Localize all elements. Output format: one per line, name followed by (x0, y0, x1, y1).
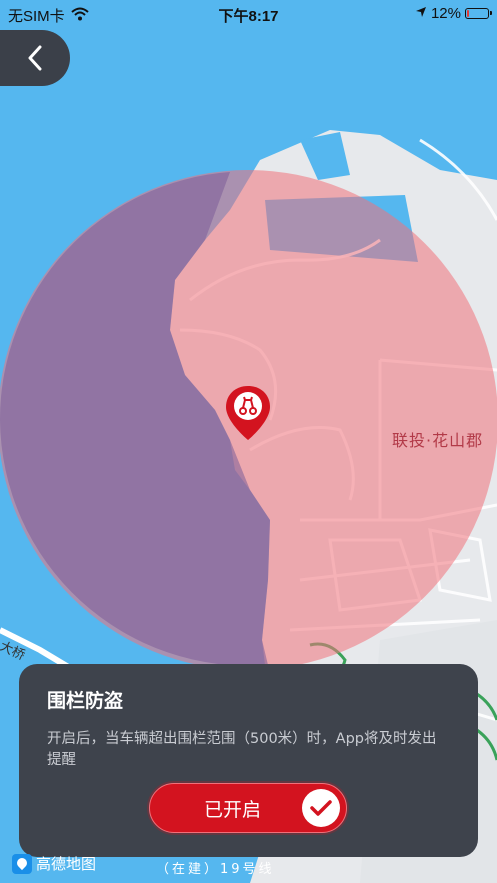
amap-logo-icon (12, 853, 32, 874)
fence-toggle-button[interactable]: 已开启 (149, 783, 347, 833)
chevron-left-icon (28, 45, 42, 71)
card-title: 围栏防盗 (47, 690, 124, 712)
check-icon (310, 800, 332, 816)
battery-icon (465, 8, 492, 19)
place-label: 联投·花山郡 (392, 431, 484, 450)
logo-text: 高德地图 (36, 855, 97, 873)
map-logo: 高德地图 (12, 853, 96, 874)
back-button[interactable] (0, 30, 70, 86)
toggle-knob (302, 789, 340, 827)
scooter-pin-icon[interactable] (224, 384, 272, 442)
card-description: 开启后，当车辆超出围栏范围（500米）时，App将及时发出提醒 (47, 731, 437, 768)
bottom-road-label: （在建）19号线 (156, 862, 275, 877)
location-arrow-icon (415, 5, 427, 22)
status-bar: 无SIM卡 下午8:17 12% (0, 0, 497, 28)
fence-card: 围栏防盗 开启后，当车辆超出围栏范围（500米）时，App将及时发出提醒 已开启 (19, 664, 478, 857)
battery-percent: 12% (430, 5, 461, 22)
toggle-label: 已开启 (204, 799, 262, 821)
